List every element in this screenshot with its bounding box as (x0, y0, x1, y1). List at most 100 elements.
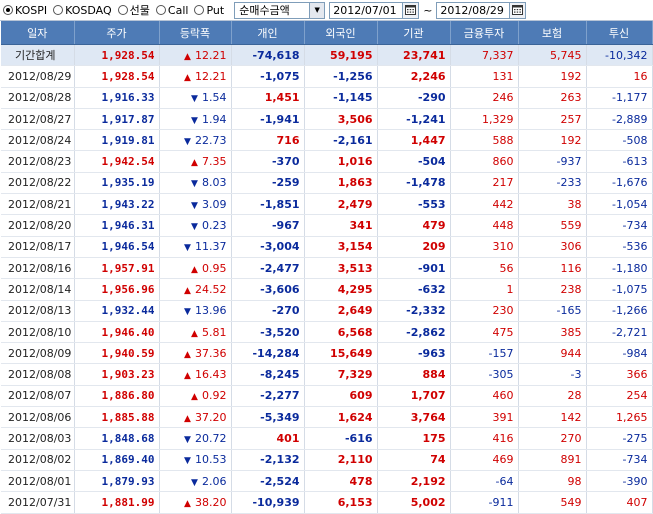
cell-financial-investment: 860 (450, 150, 519, 173)
cell-foreign: 3,154 (304, 236, 378, 258)
table-row[interactable]: 2012/08/24 1,919.81 ▼ 22.73 716 -2,161 1,447 58… (1, 129, 653, 152)
cell-institution: 479 (377, 214, 451, 237)
market-radio-3[interactable]: Call (155, 4, 188, 17)
column-header[interactable]: 등락폭 (159, 21, 232, 45)
table-row[interactable]: 2012/08/01 1,879.93 ▼ 2.06 -2,524 478 2,192 -64… (1, 470, 653, 493)
cell-change: ▲ 37.36 (159, 342, 232, 365)
metric-select-value: 순매수금액 (239, 4, 290, 17)
table-row[interactable]: 기간합계 1,928.54 ▲ 12.21 -74,618 59,195 23,741 7,3… (1, 44, 653, 67)
start-date-field[interactable]: 2012/07/01 (329, 1, 420, 19)
table-row[interactable]: 2012/08/09 1,940.59 ▲ 37.36 -14,284 15,649 -96… (1, 342, 653, 365)
change-value: 5.81 (202, 325, 227, 339)
table-row[interactable]: 2012/08/14 1,956.96 ▲ 24.52 -3,606 4,295 -632 1… (1, 278, 653, 301)
table-row[interactable]: 2012/08/27 1,917.87 ▼ 1.94 -1,941 3,506 -1,241… (1, 108, 653, 131)
cell-investment-trust: -613 (586, 150, 653, 173)
cell-change: ▼ 20.72 (159, 427, 232, 450)
table-row[interactable]: 2012/08/07 1,886.80 ▲ 0.92 -2,277 609 1,707 460… (1, 385, 653, 408)
cell-individual: -74,618 (231, 44, 305, 67)
table-row[interactable]: 2012/08/20 1,946.31 ▼ 0.23 -967 341 479 448 559-… (1, 214, 653, 237)
calendar-icon[interactable] (402, 2, 419, 18)
table-row[interactable]: 2012/08/08 1,903.23 ▲ 16.43 -8,245 7,329 884 -3… (1, 363, 653, 386)
cell-institution: 2,192 (377, 470, 451, 493)
cell-change: ▼ 0.23 (159, 214, 232, 237)
table-row[interactable]: 2012/08/06 1,885.88 ▲ 37.20 -5,349 1,624 3,764… (1, 406, 653, 429)
market-radio-1[interactable]: KOSDAQ (53, 4, 112, 17)
table-row[interactable]: 2012/08/02 1,869.40 ▼ 10.53 -2,132 2,110 74 469… (1, 449, 653, 471)
cell-individual: -1,941 (231, 108, 305, 131)
market-radio-label: Put (206, 3, 225, 17)
column-header[interactable]: 개인 (231, 21, 305, 45)
cell-change: ▲ 12.21 (159, 44, 232, 67)
cell-financial-investment: 475 (450, 321, 519, 344)
change-value: 13.96 (195, 304, 227, 318)
cell-change: ▲ 38.20 (159, 491, 232, 514)
radio-dot-icon[interactable] (117, 5, 128, 15)
cell-insurance: 270 (518, 427, 587, 450)
cell-change: ▼ 22.73 (159, 129, 232, 152)
column-header[interactable]: 보험 (518, 21, 587, 45)
column-header[interactable]: 기관 (377, 21, 451, 45)
radio-dot-icon[interactable] (3, 5, 13, 15)
cell-price: 1,928.54 (74, 65, 160, 88)
end-date-field[interactable]: 2012/08/29 (436, 1, 527, 19)
investor-trading-table: 일자 주가 등락폭 개인 외국인 기관 금융투자 보험 투신 기간합계 1,928.54 ▲ 12.2… (1, 21, 653, 514)
calendar-icon[interactable] (509, 2, 526, 18)
column-header[interactable]: 금융투자 (450, 21, 519, 45)
cell-institution: 1,707 (377, 385, 451, 408)
cell-investment-trust: -734 (586, 214, 653, 237)
metric-select[interactable]: 순매수금액 ▼ (234, 1, 326, 19)
triangle-up-icon: ▲ (184, 498, 191, 509)
cell-insurance: 98 (518, 470, 587, 493)
cell-individual: -8,245 (231, 363, 305, 386)
cell-insurance: -937 (518, 150, 587, 173)
radio-dot-icon[interactable] (194, 5, 205, 15)
cell-foreign: -616 (304, 427, 378, 450)
cell-price: 1,848.68 (74, 427, 160, 450)
table-row[interactable]: 2012/08/03 1,848.68 ▼ 20.72 401 -616 175 416 270… (1, 427, 653, 450)
table-body: 기간합계 1,928.54 ▲ 12.21 -74,618 59,195 23,741 7,3… (1, 44, 653, 514)
cell-date: 2012/08/23 (1, 150, 75, 173)
table-row[interactable]: 2012/08/21 1,943.22 ▼ 3.09 -1,851 2,479 -553 44… (1, 193, 653, 216)
table-row[interactable]: 2012/08/23 1,942.54 ▲ 7.35 -370 1,016 -504 860-… (1, 150, 653, 173)
triangle-up-icon: ▲ (184, 285, 191, 296)
cell-foreign: 341 (304, 214, 378, 237)
radio-dot-icon[interactable] (155, 5, 166, 15)
cell-financial-investment: 246 (450, 87, 519, 109)
radio-dot-icon[interactable] (53, 5, 64, 15)
chevron-down-icon[interactable]: ▼ (309, 2, 325, 18)
table-header-row: 일자 주가 등락폭 개인 외국인 기관 금융투자 보험 투신 (1, 21, 653, 45)
cell-financial-investment: 391 (450, 406, 519, 429)
table-row[interactable]: 2012/07/31 1,881.99 ▲ 38.20 -10,939 6,153 5,00… (1, 491, 653, 514)
cell-institution: -963 (377, 342, 451, 365)
column-header[interactable]: 투신 (586, 21, 653, 45)
cell-institution: -504 (377, 150, 451, 173)
market-radio-2[interactable]: 선물 (117, 2, 150, 18)
column-header[interactable]: 주가 (74, 21, 160, 45)
table-row[interactable]: 2012/08/28 1,916.33 ▼ 1.54 1,451 -1,145 -290 24… (1, 87, 653, 109)
cell-investment-trust: -1,266 (586, 300, 653, 322)
cell-foreign: 59,195 (304, 44, 378, 67)
change-value: 0.95 (202, 261, 227, 275)
cell-financial-investment: -911 (450, 491, 519, 514)
cell-foreign: 15,649 (304, 342, 378, 365)
table-row[interactable]: 2012/08/10 1,946.40 ▲ 5.81 -3,520 6,568 -2,862… (1, 321, 653, 344)
table-row[interactable]: 2012/08/22 1,935.19 ▼ 8.03 -259 1,863 -1,478 21… (1, 172, 653, 195)
cell-date: 2012/07/31 (1, 491, 75, 514)
market-radio-0[interactable]: KOSPI (3, 4, 47, 17)
cell-individual: -3,520 (231, 321, 305, 344)
table-row[interactable]: 2012/08/16 1,957.91 ▲ 0.95 -2,477 3,513 -901 56… (1, 257, 653, 280)
column-header[interactable]: 일자 (1, 21, 75, 45)
cell-date: 2012/08/20 (1, 214, 75, 237)
table-row[interactable]: 2012/08/17 1,946.54 ▼ 11.37 -3,004 3,154 209 31… (1, 236, 653, 258)
triangle-down-icon: ▼ (191, 115, 198, 126)
column-header[interactable]: 외국인 (304, 21, 378, 45)
cell-insurance: -165 (518, 300, 587, 322)
triangle-up-icon: ▲ (191, 158, 198, 169)
triangle-up-icon: ▲ (184, 413, 191, 424)
end-date-value: 2012/08/29 (440, 3, 504, 17)
table-row[interactable]: 2012/08/13 1,932.44 ▼ 13.96 -270 2,649 -2,332 2… (1, 300, 653, 322)
market-radio-4[interactable]: Put (194, 4, 224, 17)
cell-insurance: 559 (518, 214, 587, 237)
table-row[interactable]: 2012/08/29 1,928.54 ▲ 12.21 -1,075 -1,256 2,24… (1, 65, 653, 88)
change-value: 10.53 (195, 453, 227, 467)
